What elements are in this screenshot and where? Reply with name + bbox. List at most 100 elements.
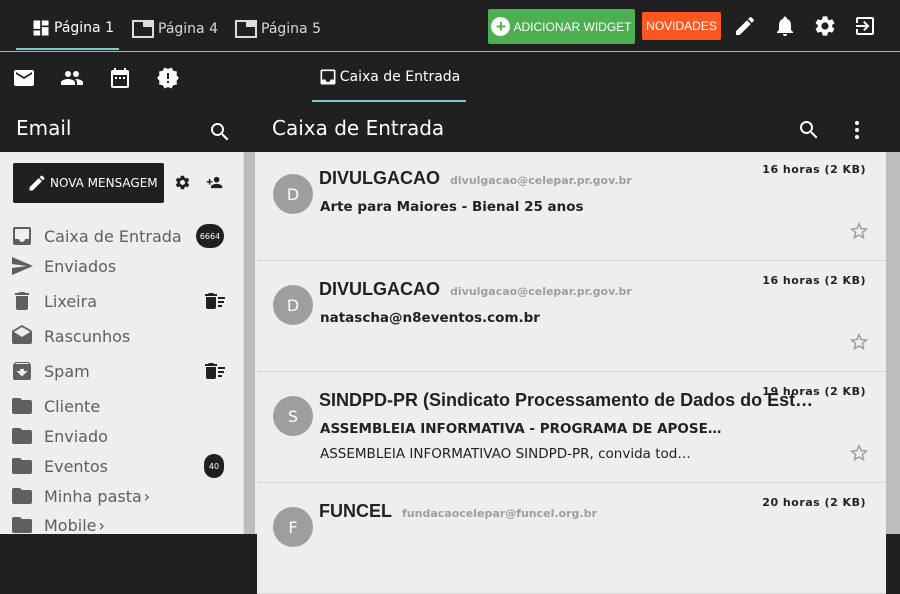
logout-icon[interactable] (853, 14, 877, 38)
message-sender: DIVULGACAO divulgacao@celepar.pr.gov.br (319, 168, 632, 189)
avatar: D (273, 285, 313, 325)
avatar: F (273, 507, 313, 547)
dashboard-icon (33, 20, 49, 36)
sender-name: DIVULGACAO (319, 279, 440, 299)
news-label: NOVIDADES (646, 19, 717, 33)
folder-icon (12, 458, 32, 474)
message-row[interactable]: F FUNCEL fundacaocelepar@funcel.org.br 20… (257, 485, 886, 594)
folder-icon (12, 398, 32, 414)
top-bar: Página 1 Página 4 Página 5 + ADICIONAR W… (0, 0, 900, 52)
send-icon (12, 257, 33, 275)
empty-trash-icon[interactable] (203, 359, 227, 383)
sidebar-item-label: Enviado (44, 426, 108, 446)
page-tab-5[interactable]: Página 5 (234, 8, 321, 50)
window-icon (235, 20, 257, 38)
sidebar-item-label: Enviados (44, 256, 117, 276)
message-sender: SINDPD-PR (Sindicato Processamento de Da… (319, 390, 813, 411)
sidebar-item-label: Spam (44, 361, 90, 381)
main-header: Caixa de Entrada (255, 102, 900, 152)
tab-inbox-label: Caixa de Entrada (339, 68, 461, 85)
empty-trash-icon[interactable] (203, 289, 227, 313)
sidebar-item-folder-enviado[interactable]: Enviado (10, 421, 242, 451)
sidebar-item-drafts[interactable]: Rascunhos (10, 321, 242, 351)
pencil-icon[interactable] (733, 14, 757, 38)
message-subject: Arte para Maiores - Bienal 25 anos (320, 199, 584, 215)
sidebar-item-folder-cliente[interactable]: Cliente (10, 391, 242, 421)
bell-icon[interactable] (773, 14, 797, 38)
message-list: D DIVULGACAO divulgacao@celepar.pr.gov.br… (255, 152, 900, 594)
unread-count-badge: 40 (204, 454, 224, 478)
star-icon[interactable] (848, 331, 870, 353)
message-sender: DIVULGACAO divulgacao@celepar.pr.gov.br (319, 279, 632, 300)
inbox-icon (320, 69, 336, 84)
people-icon[interactable] (60, 66, 84, 90)
window-icon (132, 20, 154, 38)
new-message-button[interactable]: NOVA MENSAGEM (13, 163, 164, 203)
page-title: Caixa de Entrada (272, 116, 445, 140)
message-row[interactable]: S SINDPD-PR (Sindicato Processamento de … (257, 374, 886, 483)
sender-email: divulgacao@celepar.pr.gov.br (450, 285, 632, 298)
sidebar: NOVA MENSAGEM Caixa de Entrada 6664 Envi… (0, 152, 255, 535)
mail-icon[interactable] (12, 66, 36, 90)
star-icon[interactable] (848, 442, 870, 464)
sidebar-item-label: Rascunhos (44, 326, 131, 346)
message-preview: ASSEMBLEIA INFORMATIVAO SINDPD-PR, convi… (320, 446, 691, 462)
sidebar-item-folder-minha-pasta[interactable]: Minha pasta › (10, 481, 242, 511)
message-subject: natascha@n8eventos.com.br (320, 310, 540, 326)
chevron-right-icon[interactable]: › (144, 487, 150, 506)
message-sender: FUNCEL fundacaocelepar@funcel.org.br (319, 501, 597, 522)
message-row[interactable]: D DIVULGACAO divulgacao@celepar.pr.gov.br… (257, 263, 886, 372)
add-widget-button[interactable]: + ADICIONAR WIDGET (488, 9, 635, 44)
avatar: S (273, 396, 313, 436)
sidebar-item-inbox[interactable]: Caixa de Entrada 6664 (10, 221, 242, 251)
search-icon[interactable] (208, 120, 232, 144)
folder-icon (12, 488, 32, 504)
pencil-icon (29, 175, 45, 191)
page-tab-1[interactable]: Página 1 (16, 8, 119, 50)
sidebar-item-label: Eventos (44, 456, 108, 476)
page-tab-label: Página 1 (54, 20, 114, 36)
sidebar-item-label: Mobile (44, 515, 97, 535)
gear-icon[interactable] (813, 14, 837, 38)
news-button[interactable]: NOVIDADES (642, 12, 721, 40)
tab-inbox[interactable]: Caixa de Entrada (312, 53, 466, 102)
sidebar-item-spam[interactable]: Spam (10, 356, 242, 386)
add-person-icon[interactable] (205, 174, 224, 191)
calendar-icon[interactable] (108, 66, 132, 90)
message-time-size: 19 horas (2 KB) (762, 385, 866, 398)
unread-count-badge: 6664 (196, 224, 224, 248)
sidebar-item-label: Minha pasta (44, 486, 142, 506)
drafts-icon (12, 325, 32, 344)
sidebar-item-folder-eventos[interactable]: Eventos 40 (10, 451, 242, 481)
sender-name: DIVULGACAO (319, 168, 440, 188)
sidebar-item-trash[interactable]: Lixeira (10, 286, 242, 316)
sidebar-item-label: Cliente (44, 396, 101, 416)
spam-icon (13, 361, 31, 380)
message-row[interactable]: D DIVULGACAO divulgacao@celepar.pr.gov.br… (257, 152, 886, 261)
alert-badge-icon[interactable] (156, 66, 180, 90)
sender-email: divulgacao@celepar.pr.gov.br (450, 174, 632, 187)
star-icon[interactable] (848, 220, 870, 242)
avatar: D (273, 174, 313, 214)
message-subject: ASSEMBLEIA INFORMATIVA - PROGRAMA DE APO… (320, 421, 722, 437)
plus-icon: + (491, 17, 511, 36)
page-tab-4[interactable]: Página 4 (131, 8, 218, 50)
folder-icon (12, 517, 32, 533)
sender-email: fundacaocelepar@funcel.org.br (402, 507, 597, 520)
gear-icon[interactable] (174, 174, 191, 191)
sender-name: SINDPD-PR (Sindicato Processamento de Da… (319, 390, 814, 410)
page-tab-label: Página 4 (158, 21, 218, 37)
more-vert-icon[interactable] (845, 118, 869, 142)
sender-name: FUNCEL (319, 501, 392, 521)
add-widget-label: ADICIONAR WIDGET (513, 19, 632, 34)
sidebar-item-sent[interactable]: Enviados (10, 251, 242, 281)
message-list-scrollbar[interactable] (886, 152, 900, 534)
search-icon[interactable] (797, 118, 821, 142)
sidebar-header: Email (0, 102, 243, 152)
sidebar-item-folder-mobile[interactable]: Mobile › (10, 510, 242, 540)
message-time-size: 16 horas (2 KB) (762, 274, 866, 287)
chevron-right-icon[interactable]: › (98, 516, 104, 535)
new-message-label: NOVA MENSAGEM (50, 176, 158, 190)
folder-icon (12, 428, 32, 444)
sidebar-scrollbar[interactable] (243, 152, 255, 534)
